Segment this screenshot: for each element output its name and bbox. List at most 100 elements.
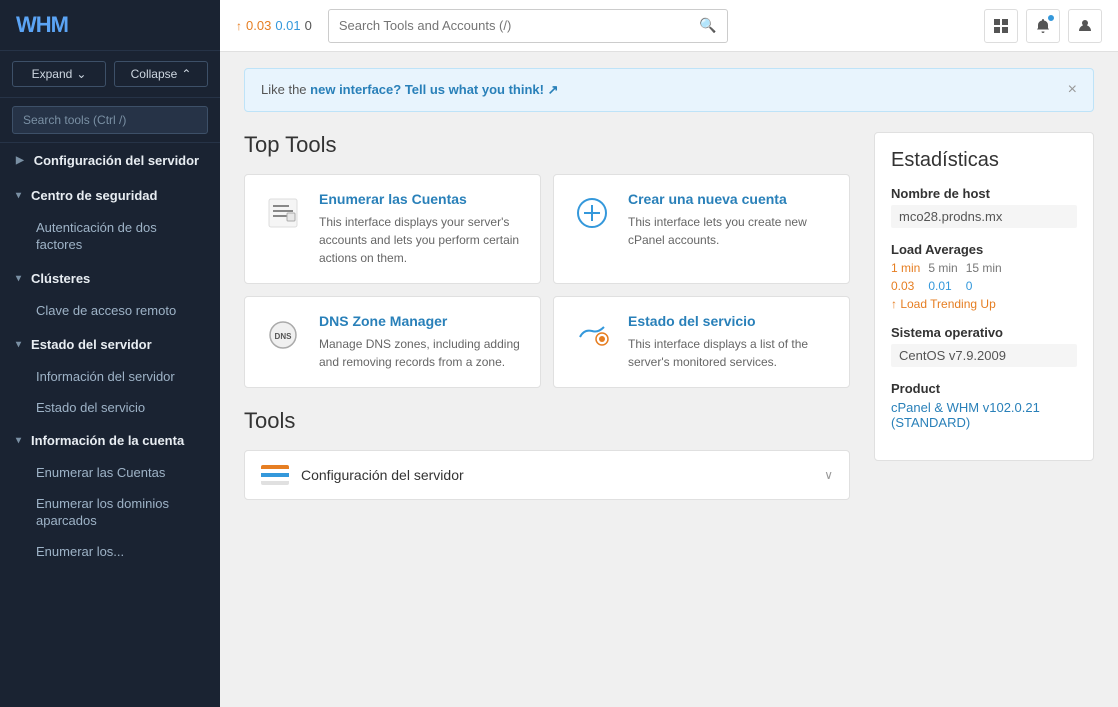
- chevron-down-icon: ▾: [16, 339, 21, 350]
- sidebar-subitem-enumerar-otros[interactable]: Enumerar los...: [0, 537, 220, 568]
- sidebar-subitem-info-servidor[interactable]: Información del servidor: [0, 362, 220, 393]
- load-numbers: 0.03 0.01 0: [891, 279, 1077, 293]
- sidebar-subitem-clave[interactable]: Clave de acceso remoto: [0, 296, 220, 327]
- accordion-title: Configuración del servidor: [301, 467, 812, 483]
- sidebar-item-label: Clústeres: [31, 271, 90, 286]
- notification-badge: [1047, 14, 1055, 22]
- content-area: Like the new interface? Tell us what you…: [220, 52, 1118, 707]
- sidebar-item-label: Información de la cuenta: [31, 433, 184, 448]
- load-min-labels: 1 min 5 min 15 min: [891, 261, 1077, 275]
- search-bar[interactable]: 🔍: [328, 9, 728, 43]
- sidebar-item-clusteres[interactable]: ▾ Clústeres: [0, 261, 220, 296]
- sidebar-item-seguridad[interactable]: ▾ Centro de seguridad: [0, 178, 220, 213]
- banner-new-interface-link[interactable]: new interface?: [310, 82, 401, 97]
- stats-title: Estadísticas: [891, 149, 1077, 172]
- sidebar-item-label: Estado del servidor: [31, 337, 152, 352]
- expand-icon: ⌄: [76, 67, 86, 81]
- sidebar-subitem-2fa[interactable]: Autenticación de dos factores: [0, 213, 220, 261]
- load-averages-display: ↑ 0.03 0.01 0: [236, 18, 312, 33]
- sidebar-item-estado-servidor[interactable]: ▾ Estado del servidor: [0, 327, 220, 362]
- accordion-configuracion[interactable]: Configuración del servidor ∨: [245, 451, 849, 499]
- tools-accordion: Configuración del servidor ∨: [244, 450, 850, 500]
- sidebar-search-input[interactable]: [12, 106, 208, 134]
- sidebar-search-container: [0, 98, 220, 143]
- grid-view-button[interactable]: [984, 9, 1018, 43]
- tool-card-estado[interactable]: Estado del servicio This interface displ…: [553, 296, 850, 388]
- load-1min: 0.03: [246, 18, 271, 33]
- load-trend-text: ↑ Load Trending Up: [891, 297, 1077, 311]
- tool-card-crear[interactable]: Crear una nueva cuenta This interface le…: [553, 174, 850, 284]
- search-input[interactable]: [339, 18, 694, 33]
- estado-title[interactable]: Estado del servicio: [628, 313, 833, 329]
- crear-icon: [570, 191, 614, 235]
- sidebar-item-label: Configuración del servidor: [34, 153, 199, 168]
- hostname-group: Nombre de host mco28.prodns.mx: [891, 186, 1077, 228]
- topbar-icons: [984, 9, 1102, 43]
- configuracion-accordion-icon: [261, 465, 289, 485]
- enumerar-icon: [261, 191, 305, 235]
- estado-icon: [570, 313, 614, 357]
- product-value: cPanel & WHM v102.0.21 (STANDARD): [891, 400, 1077, 430]
- load-1min-label: 1 min: [891, 261, 920, 275]
- chevron-down-icon: ▾: [16, 435, 21, 446]
- notifications-button[interactable]: [1026, 9, 1060, 43]
- crear-desc: This interface lets you create new cPane…: [628, 213, 833, 249]
- dns-content: DNS Zone Manager Manage DNS zones, inclu…: [319, 313, 524, 371]
- main-panel: ↑ 0.03 0.01 0 🔍: [220, 0, 1118, 707]
- sidebar-logo: WHM: [0, 0, 220, 51]
- stat-load-5min: 0.01: [928, 279, 951, 293]
- crear-content: Crear una nueva cuenta This interface le…: [628, 191, 833, 267]
- grid-icon: [993, 18, 1009, 34]
- tools-section: Top Tools: [244, 132, 850, 500]
- chevron-down-icon: ▾: [16, 190, 21, 201]
- chevron-down-icon: ▾: [16, 273, 21, 284]
- load-trend-arrow-icon: ↑: [236, 19, 242, 33]
- sidebar-subitem-enumerar-cuentas[interactable]: Enumerar las Cuentas: [0, 458, 220, 489]
- banner-close-button[interactable]: ×: [1068, 81, 1077, 99]
- enumerar-content: Enumerar las Cuentas This interface disp…: [319, 191, 524, 267]
- banner-text: Like the new interface? Tell us what you…: [261, 82, 559, 98]
- tool-card-enumerar[interactable]: Enumerar las Cuentas This interface disp…: [244, 174, 541, 284]
- sidebar-item-info-cuenta[interactable]: ▾ Información de la cuenta: [0, 423, 220, 458]
- enumerar-desc: This interface displays your server's ac…: [319, 213, 524, 267]
- load-5min: 0.01: [275, 18, 300, 33]
- sidebar-nav: ▶ Configuración del servidor ▾ Centro de…: [0, 143, 220, 568]
- main-content-row: Top Tools: [244, 132, 1094, 500]
- sidebar-subitem-dominios-aparcados[interactable]: Enumerar los dominios aparcados: [0, 489, 220, 537]
- accordion-chevron-icon: ∨: [824, 468, 833, 482]
- sidebar-item-label: Centro de seguridad: [31, 188, 157, 203]
- product-group: Product cPanel & WHM v102.0.21 (STANDARD…: [891, 381, 1077, 430]
- svg-text:DNS: DNS: [275, 332, 293, 341]
- collapse-icon: ⌃: [181, 67, 191, 81]
- hostname-label: Nombre de host: [891, 186, 1077, 201]
- sidebar-item-configuracion[interactable]: ▶ Configuración del servidor: [0, 143, 220, 178]
- expand-button[interactable]: Expand ⌄: [12, 61, 106, 87]
- banner-cta-link[interactable]: Tell us what you think! ↗: [405, 82, 559, 97]
- load-5min-label: 5 min: [928, 261, 957, 275]
- estado-content: Estado del servicio This interface displ…: [628, 313, 833, 371]
- stat-load-1min: 0.03: [891, 279, 914, 293]
- sidebar-subitem-estado-servicio[interactable]: Estado del servicio: [0, 393, 220, 424]
- dns-title[interactable]: DNS Zone Manager: [319, 313, 524, 329]
- crear-title[interactable]: Crear una nueva cuenta: [628, 191, 833, 207]
- bottom-tools: Tools Configuración del servidor ∨: [244, 408, 850, 500]
- product-label: Product: [891, 381, 1077, 396]
- user-icon: [1077, 18, 1093, 34]
- dns-icon: DNS: [261, 313, 305, 357]
- tools-grid: Enumerar las Cuentas This interface disp…: [244, 174, 850, 388]
- tools-title: Tools: [244, 408, 850, 434]
- expand-label: Expand: [32, 67, 73, 81]
- os-label: Sistema operativo: [891, 325, 1077, 340]
- collapse-label: Collapse: [131, 67, 178, 81]
- new-interface-banner: Like the new interface? Tell us what you…: [244, 68, 1094, 112]
- estado-desc: This interface displays a list of the se…: [628, 335, 833, 371]
- chevron-right-icon: ▶: [16, 155, 24, 166]
- os-group: Sistema operativo CentOS v7.9.2009: [891, 325, 1077, 367]
- collapse-button[interactable]: Collapse ⌃: [114, 61, 208, 87]
- user-button[interactable]: [1068, 9, 1102, 43]
- stats-section: Estadísticas Nombre de host mco28.prodns…: [874, 132, 1094, 461]
- tool-card-dns[interactable]: DNS DNS Zone Manager Manage DNS zones, i…: [244, 296, 541, 388]
- enumerar-title[interactable]: Enumerar las Cuentas: [319, 191, 524, 207]
- search-icon: 🔍: [699, 17, 716, 34]
- load-15min: 0: [305, 18, 312, 33]
